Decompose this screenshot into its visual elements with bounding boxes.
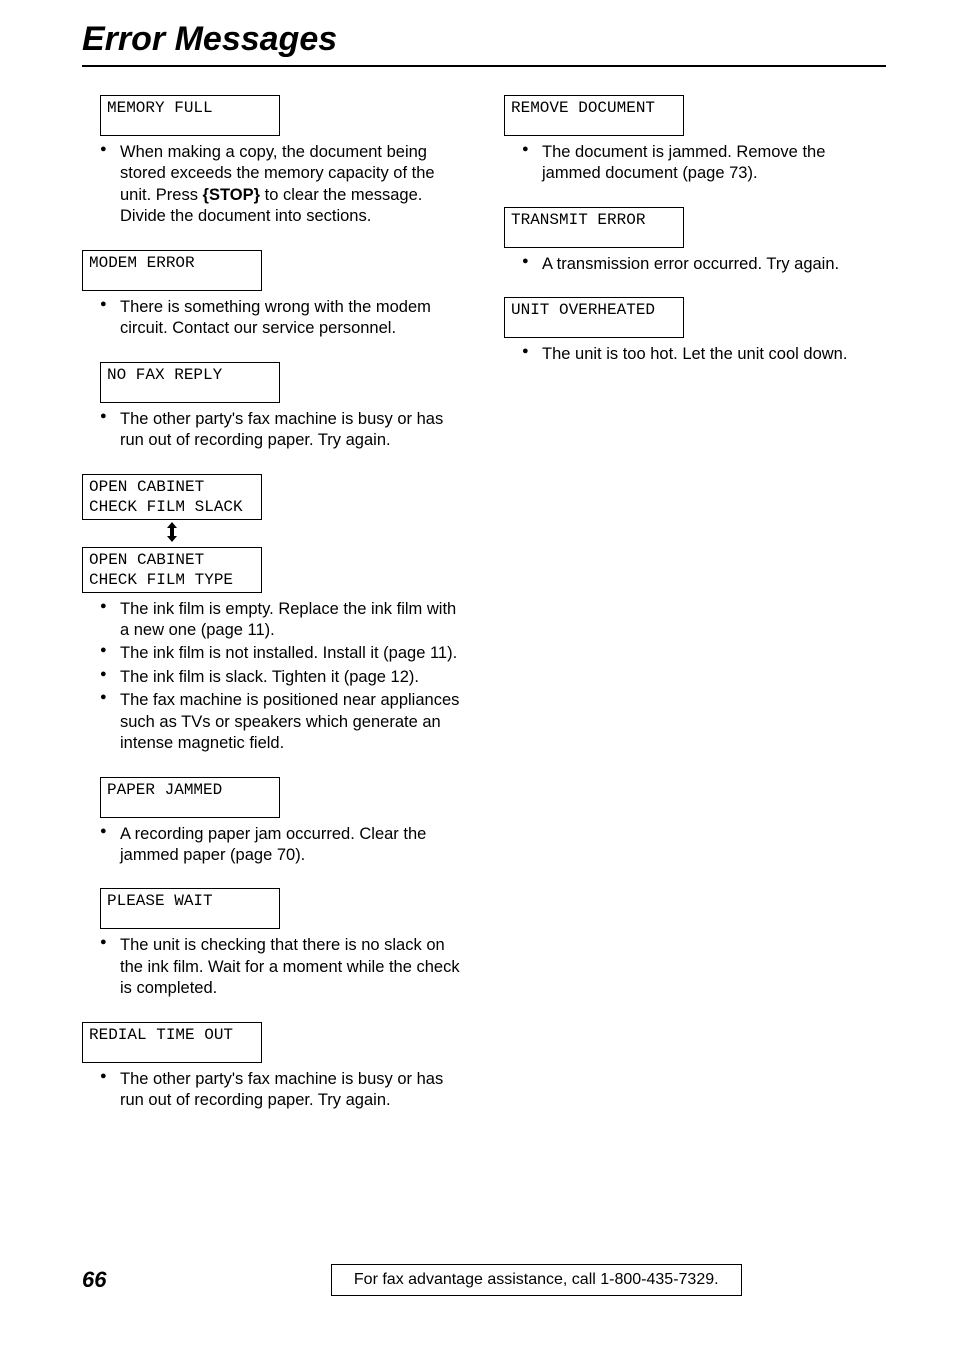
- footer: 66 For fax advantage assistance, call 1-…: [82, 1264, 886, 1296]
- list-item: The unit is too hot. Let the unit cool d…: [522, 344, 886, 365]
- double-arrow-icon: [82, 522, 262, 545]
- list-redial-time-out: The other party's fax machine is busy or…: [82, 1069, 464, 1112]
- code-line: OPEN CABINET: [89, 478, 204, 496]
- list-item: A recording paper jam occurred. Clear th…: [100, 824, 464, 867]
- content-columns: MEMORY FULL When making a copy, the docu…: [82, 95, 886, 1134]
- section-no-fax-reply: NO FAX REPLY The other party's fax machi…: [82, 362, 464, 452]
- page-number: 66: [82, 1267, 106, 1293]
- section-memory-full: MEMORY FULL When making a copy, the docu…: [82, 95, 464, 228]
- section-unit-overheated: UNIT OVERHEATED The unit is too hot. Let…: [504, 297, 886, 365]
- code-open-cabinet-type: OPEN CABINET CHECK FILM TYPE: [82, 547, 262, 593]
- list-memory-full: When making a copy, the document being s…: [82, 142, 464, 228]
- list-item: There is something wrong with the modem …: [100, 297, 464, 340]
- code-open-cabinet-slack: OPEN CABINET CHECK FILM SLACK: [82, 474, 262, 520]
- list-open-cabinet: The ink film is empty. Replace the ink f…: [82, 599, 464, 755]
- list-item: When making a copy, the document being s…: [100, 142, 464, 228]
- section-transmit-error: TRANSMIT ERROR A transmission error occu…: [504, 207, 886, 275]
- code-unit-overheated: UNIT OVERHEATED: [504, 297, 684, 338]
- left-column: MEMORY FULL When making a copy, the docu…: [82, 95, 464, 1134]
- list-item: The fax machine is positioned near appli…: [100, 690, 464, 754]
- page-title: Error Messages: [82, 20, 886, 67]
- list-transmit-error: A transmission error occurred. Try again…: [504, 254, 886, 275]
- code-line: OPEN CABINET: [89, 551, 204, 569]
- section-paper-jammed: PAPER JAMMED A recording paper jam occur…: [82, 777, 464, 867]
- section-please-wait: PLEASE WAIT The unit is checking that th…: [82, 888, 464, 999]
- section-open-cabinet: OPEN CABINET CHECK FILM SLACK OPEN CABIN…: [82, 474, 464, 755]
- code-remove-document: REMOVE DOCUMENT: [504, 95, 684, 136]
- list-item: The ink film is empty. Replace the ink f…: [100, 599, 464, 642]
- list-remove-document: The document is jammed. Remove the jamme…: [504, 142, 886, 185]
- code-transmit-error: TRANSMIT ERROR: [504, 207, 684, 248]
- list-modem-error: There is something wrong with the modem …: [82, 297, 464, 340]
- section-remove-document: REMOVE DOCUMENT The document is jammed. …: [504, 95, 886, 185]
- list-unit-overheated: The unit is too hot. Let the unit cool d…: [504, 344, 886, 365]
- list-item: The ink film is not installed. Install i…: [100, 643, 464, 664]
- list-paper-jammed: A recording paper jam occurred. Clear th…: [82, 824, 464, 867]
- code-no-fax-reply: NO FAX REPLY: [100, 362, 280, 403]
- footer-assistance: For fax advantage assistance, call 1-800…: [331, 1264, 742, 1296]
- code-line: CHECK FILM SLACK: [89, 498, 243, 516]
- code-paper-jammed: PAPER JAMMED: [100, 777, 280, 818]
- section-redial-time-out: REDIAL TIME OUT The other party's fax ma…: [82, 1022, 464, 1112]
- code-memory-full: MEMORY FULL: [100, 95, 280, 136]
- list-item: A transmission error occurred. Try again…: [522, 254, 886, 275]
- code-modem-error: MODEM ERROR: [82, 250, 262, 291]
- list-please-wait: The unit is checking that there is no sl…: [82, 935, 464, 999]
- list-item: The other party's fax machine is busy or…: [100, 409, 464, 452]
- list-item: The other party's fax machine is busy or…: [100, 1069, 464, 1112]
- stop-button-label: STOP: [203, 186, 260, 204]
- code-please-wait: PLEASE WAIT: [100, 888, 280, 929]
- list-no-fax-reply: The other party's fax machine is busy or…: [82, 409, 464, 452]
- list-item: The document is jammed. Remove the jamme…: [522, 142, 886, 185]
- right-column: REMOVE DOCUMENT The document is jammed. …: [504, 95, 886, 1134]
- code-redial-time-out: REDIAL TIME OUT: [82, 1022, 262, 1063]
- list-item: The ink film is slack. Tighten it (page …: [100, 667, 464, 688]
- code-line: CHECK FILM TYPE: [89, 571, 233, 589]
- section-modem-error: MODEM ERROR There is something wrong wit…: [82, 250, 464, 340]
- list-item: The unit is checking that there is no sl…: [100, 935, 464, 999]
